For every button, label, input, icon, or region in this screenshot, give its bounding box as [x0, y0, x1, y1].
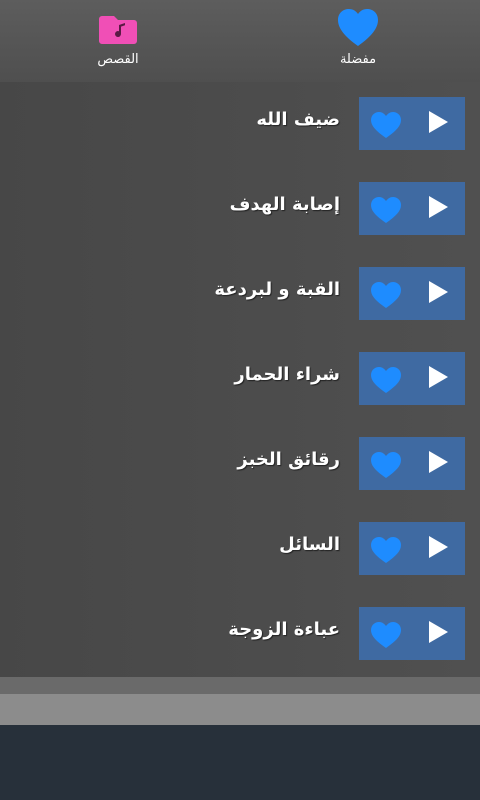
- stories-list: ضيف الله إصابة الهدف القبة و لبردعة شراء…: [0, 82, 480, 678]
- tab-favorites[interactable]: مفضلة: [298, 8, 418, 78]
- play-icon[interactable]: [429, 281, 448, 303]
- tab-favorites-label: مفضلة: [339, 52, 377, 67]
- list-item[interactable]: شراء الحمار: [0, 337, 480, 423]
- story-title: السائل: [279, 534, 340, 555]
- story-title: عباءة الزوجة: [228, 619, 340, 640]
- item-actions: [359, 437, 465, 490]
- tab-stories[interactable]: القصص: [58, 8, 178, 78]
- heart-icon[interactable]: [369, 366, 403, 394]
- story-title: ضيف الله: [256, 109, 340, 130]
- list-footer-divider: [0, 677, 480, 694]
- heart-icon[interactable]: [369, 451, 403, 479]
- list-item[interactable]: السائل: [0, 507, 480, 593]
- heart-icon[interactable]: [369, 621, 403, 649]
- tab-stories-label: القصص: [97, 52, 139, 67]
- footer-band: [0, 694, 480, 725]
- play-icon[interactable]: [429, 111, 448, 133]
- play-icon[interactable]: [429, 621, 448, 643]
- list-item[interactable]: ضيف الله: [0, 82, 480, 168]
- list-item[interactable]: رقائق الخبز: [0, 422, 480, 508]
- item-actions: [359, 352, 465, 405]
- play-icon[interactable]: [429, 196, 448, 218]
- play-icon[interactable]: [429, 366, 448, 388]
- play-icon[interactable]: [429, 451, 448, 473]
- item-actions: [359, 607, 465, 660]
- item-actions: [359, 267, 465, 320]
- item-actions: [359, 182, 465, 235]
- list-item[interactable]: القبة و لبردعة: [0, 252, 480, 338]
- heart-icon[interactable]: [369, 281, 403, 309]
- item-actions: [359, 97, 465, 150]
- bottom-empty-area: [0, 725, 480, 800]
- heart-icon[interactable]: [369, 196, 403, 224]
- heart-icon[interactable]: [369, 111, 403, 139]
- story-title: القبة و لبردعة: [214, 279, 340, 300]
- heart-icon: [338, 9, 378, 46]
- list-item[interactable]: عباءة الزوجة: [0, 592, 480, 678]
- story-title: إصابة الهدف: [229, 194, 340, 215]
- story-title: شراء الحمار: [234, 364, 340, 385]
- folder-music-icon: [99, 16, 137, 44]
- list-item[interactable]: إصابة الهدف: [0, 167, 480, 253]
- heart-icon[interactable]: [369, 536, 403, 564]
- play-icon[interactable]: [429, 536, 448, 558]
- story-title: رقائق الخبز: [237, 449, 340, 470]
- top-tab-bar: القصص مفضلة: [0, 0, 480, 82]
- item-actions: [359, 522, 465, 575]
